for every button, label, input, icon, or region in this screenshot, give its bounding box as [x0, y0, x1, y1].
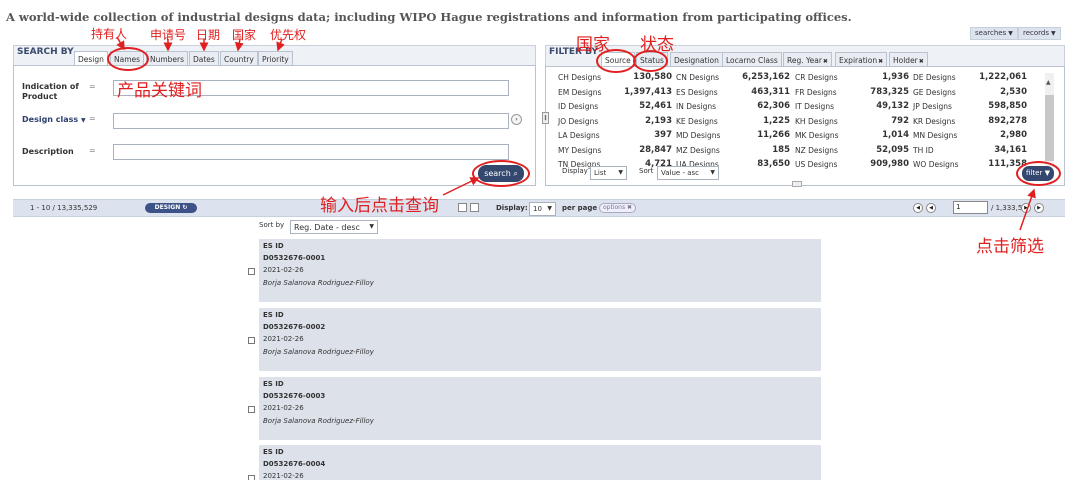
- arrow-search: [442, 177, 480, 196]
- arrow-priority: [276, 38, 285, 52]
- annotation-arrows: [116, 36, 1036, 231]
- arrow-country: [234, 38, 244, 52]
- arrow-filter: [1019, 188, 1036, 231]
- arrow-holder: [116, 36, 125, 51]
